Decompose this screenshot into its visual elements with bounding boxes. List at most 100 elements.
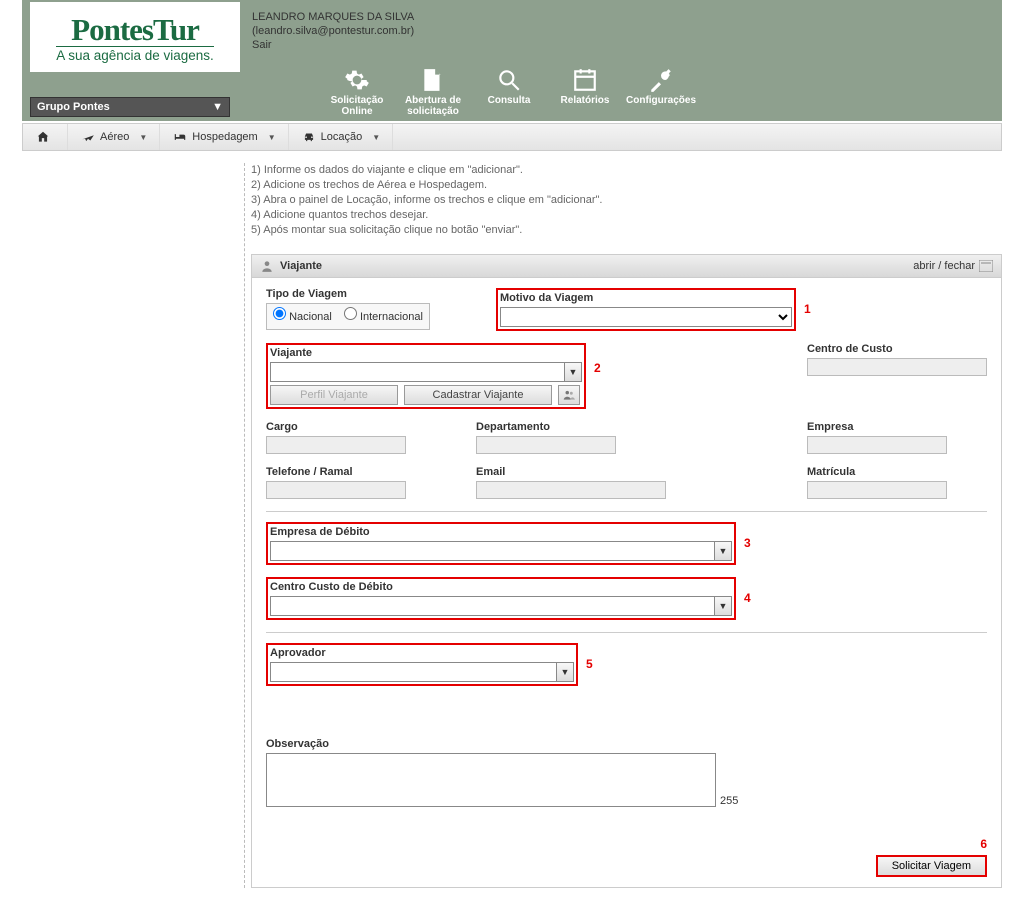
nav-consulta[interactable]: Consulta bbox=[474, 67, 544, 117]
tab-label: Hospedagem bbox=[192, 131, 257, 143]
label-empresa: Empresa bbox=[807, 421, 987, 433]
person-icon bbox=[260, 259, 274, 273]
label-telefone: Telefone / Ramal bbox=[266, 466, 446, 478]
email-input[interactable] bbox=[476, 481, 666, 499]
viajante-combo[interactable]: ▼ bbox=[270, 362, 582, 382]
instructions: 1) Informe os dados do viajante e clique… bbox=[251, 163, 1002, 238]
tab-home[interactable] bbox=[23, 124, 68, 150]
separator bbox=[266, 511, 987, 512]
panel-header: Viajante abrir / fechar bbox=[252, 255, 1001, 278]
callout-4: 4 bbox=[744, 591, 751, 605]
empresa-debito-input[interactable] bbox=[270, 541, 714, 561]
home-icon bbox=[35, 130, 51, 144]
chevron-down-icon: ▼ bbox=[372, 133, 380, 142]
car-icon bbox=[301, 130, 317, 144]
chevron-down-icon: ▼ bbox=[268, 133, 276, 142]
radio-internacional-input[interactable] bbox=[344, 307, 357, 320]
nav-solicitacao-online[interactable]: Solicitação Online bbox=[322, 67, 392, 117]
radio-nacional-input[interactable] bbox=[273, 307, 286, 320]
instruction-line: 3) Abra o painel de Locação, informe os … bbox=[251, 193, 1002, 208]
centro-custo-debito-combo[interactable]: ▼ bbox=[270, 596, 732, 616]
tools-icon bbox=[648, 67, 674, 93]
nav-label: Consulta bbox=[488, 95, 531, 106]
aprovador-input[interactable] bbox=[270, 662, 556, 682]
label-viajante: Viajante bbox=[270, 347, 582, 359]
radio-nacional[interactable]: Nacional bbox=[273, 307, 332, 323]
radio-internacional[interactable]: Internacional bbox=[344, 307, 423, 323]
perfil-viajante-button[interactable]: Perfil Viajante bbox=[270, 385, 398, 405]
label-empresa-debito: Empresa de Débito bbox=[270, 526, 732, 538]
motivo-viagem-select[interactable] bbox=[500, 307, 792, 327]
label-email: Email bbox=[476, 466, 656, 478]
tab-aereo[interactable]: Aéreo ▼ bbox=[68, 124, 160, 150]
callout-1: 1 bbox=[804, 302, 811, 316]
empresa-debito-combo[interactable]: ▼ bbox=[270, 541, 732, 561]
search-icon bbox=[496, 67, 522, 93]
nav-label: Abertura de solicitação bbox=[398, 95, 468, 117]
label-centro-custo: Centro de Custo bbox=[807, 343, 987, 355]
label-centro-custo-debito: Centro Custo de Débito bbox=[270, 581, 732, 593]
header-bar: PontesTur A sua agência de viagens. LEAN… bbox=[22, 0, 1002, 121]
plane-icon bbox=[80, 130, 96, 144]
main-content: 1) Informe os dados do viajante e clique… bbox=[244, 163, 1002, 888]
departamento-input[interactable] bbox=[476, 436, 616, 454]
chevron-down-icon: ▼ bbox=[139, 133, 147, 142]
main-nav: Solicitação Online Abertura de solicitaç… bbox=[322, 67, 696, 117]
collapse-icon bbox=[979, 260, 993, 272]
chevron-down-icon[interactable]: ▼ bbox=[714, 541, 732, 561]
nav-abertura-solicitacao[interactable]: Abertura de solicitação bbox=[398, 67, 468, 117]
centro-custo-input[interactable] bbox=[807, 358, 987, 376]
separator bbox=[266, 632, 987, 633]
viajante-panel: Viajante abrir / fechar Tipo de Viagem N… bbox=[251, 254, 1002, 888]
nav-label: Solicitação Online bbox=[322, 95, 392, 117]
panel-toggle[interactable]: abrir / fechar bbox=[913, 260, 993, 272]
instruction-line: 2) Adicione os trechos de Aérea e Hosped… bbox=[251, 178, 1002, 193]
tab-bar: Aéreo ▼ Hospedagem ▼ Locação ▼ bbox=[22, 123, 1002, 151]
bed-icon bbox=[172, 130, 188, 144]
cadastrar-viajante-button[interactable]: Cadastrar Viajante bbox=[404, 385, 552, 405]
add-person-button[interactable] bbox=[558, 385, 580, 405]
telefone-input[interactable] bbox=[266, 481, 406, 499]
people-icon bbox=[562, 388, 576, 402]
solicitar-viagem-button[interactable]: Solicitar Viagem bbox=[876, 855, 987, 877]
callout-3: 3 bbox=[744, 536, 751, 550]
tipo-viagem-radios: Nacional Internacional bbox=[266, 303, 430, 330]
panel-title: Viajante bbox=[280, 260, 322, 272]
label-aprovador: Aprovador bbox=[270, 647, 574, 659]
tab-locacao[interactable]: Locação ▼ bbox=[289, 124, 394, 150]
matricula-input[interactable] bbox=[807, 481, 947, 499]
instruction-line: 4) Adicione quantos trechos desejar. bbox=[251, 208, 1002, 223]
empresa-input[interactable] bbox=[807, 436, 947, 454]
logout-link[interactable]: Sair bbox=[252, 39, 272, 51]
label-departamento: Departamento bbox=[476, 421, 656, 433]
char-limit: 255 bbox=[720, 795, 738, 807]
viajante-input[interactable] bbox=[270, 362, 564, 382]
cargo-input[interactable] bbox=[266, 436, 406, 454]
label-motivo-viagem: Motivo da Viagem bbox=[500, 292, 792, 304]
radio-label: Nacional bbox=[289, 311, 332, 323]
nav-relatorios[interactable]: Relatórios bbox=[550, 67, 620, 117]
chevron-down-icon[interactable]: ▼ bbox=[556, 662, 574, 682]
logo: PontesTur A sua agência de viagens. bbox=[30, 2, 240, 72]
calendar-icon bbox=[572, 67, 598, 93]
instruction-line: 1) Informe os dados do viajante e clique… bbox=[251, 163, 1002, 178]
observacao-textarea[interactable] bbox=[266, 753, 716, 807]
client-selector-label: Grupo Pontes bbox=[37, 101, 110, 113]
nav-configuracoes[interactable]: Configurações bbox=[626, 67, 696, 117]
user-name: LEANDRO MARQUES DA SILVA bbox=[252, 10, 414, 24]
chevron-down-icon[interactable]: ▼ bbox=[714, 596, 732, 616]
aprovador-combo[interactable]: ▼ bbox=[270, 662, 574, 682]
label-tipo-viagem: Tipo de Viagem bbox=[266, 288, 466, 300]
chevron-down-icon[interactable]: ▼ bbox=[564, 362, 582, 382]
user-info: LEANDRO MARQUES DA SILVA (leandro.silva@… bbox=[252, 10, 414, 52]
tab-hospedagem[interactable]: Hospedagem ▼ bbox=[160, 124, 288, 150]
nav-label: Relatórios bbox=[561, 95, 610, 106]
callout-2: 2 bbox=[594, 361, 601, 375]
label-matricula: Matrícula bbox=[807, 466, 987, 478]
label-observacao: Observação bbox=[266, 738, 987, 750]
document-edit-icon bbox=[420, 67, 446, 93]
panel-toggle-label: abrir / fechar bbox=[913, 260, 975, 272]
client-selector[interactable]: Grupo Pontes ▼ bbox=[30, 97, 230, 117]
centro-custo-debito-input[interactable] bbox=[270, 596, 714, 616]
callout-5: 5 bbox=[586, 657, 593, 671]
